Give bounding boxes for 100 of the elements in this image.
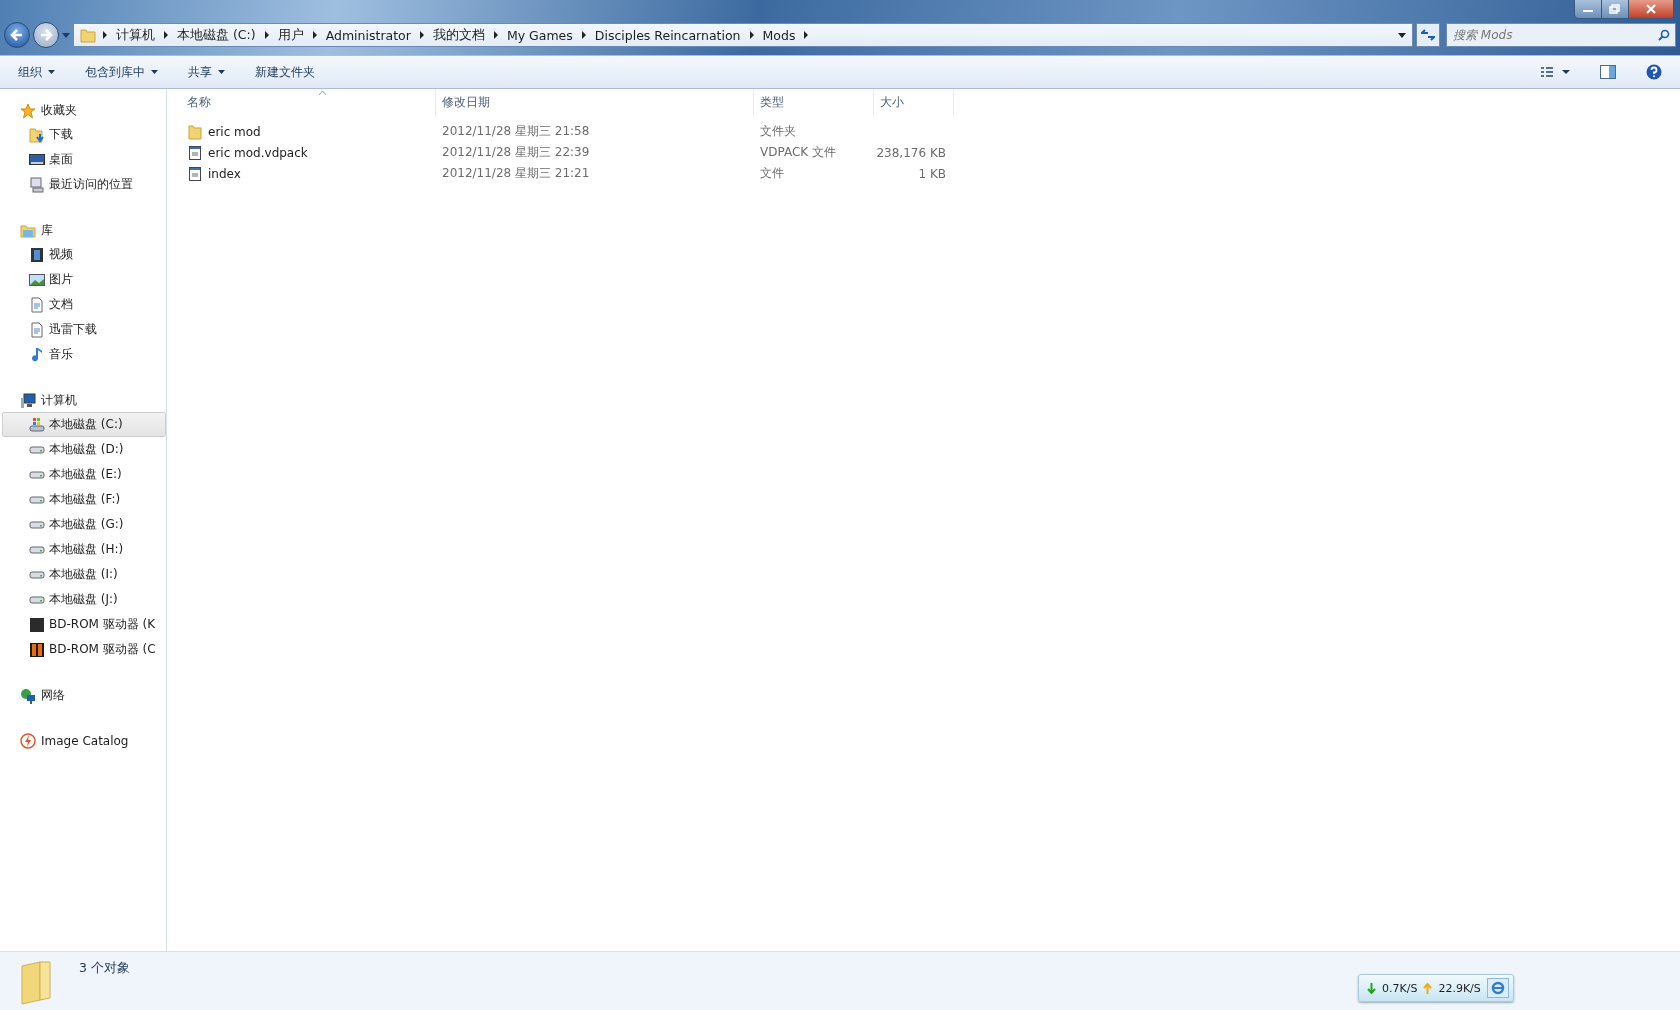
- hard-drive-icon: [29, 520, 45, 529]
- breadcrumb-item[interactable]: Disciples Reincarnation: [594, 27, 741, 43]
- address-bar[interactable]: 计算机 本地磁盘 (C:) 用户 Administrator 我的文档 My Games Disciples Reincarnation Mods: [73, 23, 1413, 47]
- preview-pane-icon: [1600, 65, 1616, 79]
- sidebar-item[interactable]: 最近访问的位置: [2, 172, 166, 197]
- chevron-icon[interactable]: [102, 31, 108, 39]
- sidebar-item[interactable]: BD-ROM 驱动器 (C: [2, 637, 166, 662]
- dropdown-caret-icon[interactable]: [1398, 32, 1406, 38]
- hard-drive-icon: [29, 595, 45, 604]
- computer-icon: [20, 392, 36, 409]
- breadcrumb-item[interactable]: Mods: [762, 27, 796, 43]
- file-icon: [187, 144, 203, 161]
- sidebar-item[interactable]: BD-ROM 驱动器 (K: [2, 612, 166, 637]
- sidebar-item[interactable]: 本地磁盘 (F:): [2, 487, 166, 512]
- refresh-button[interactable]: [1416, 23, 1440, 47]
- browser-button[interactable]: [1486, 978, 1509, 998]
- file-type: 文件: [760, 165, 784, 182]
- hard-drive-icon: [29, 570, 45, 579]
- library-folder-icon: [20, 222, 36, 239]
- file-size: 238,176 KB: [876, 145, 946, 160]
- sidebar-item[interactable]: 本地磁盘 (H:): [2, 537, 166, 562]
- chevron-icon[interactable]: [263, 31, 270, 39]
- breadcrumb-item[interactable]: My Games: [506, 27, 573, 43]
- sidebar-item[interactable]: 视频: [2, 242, 166, 267]
- toolbar-button[interactable]: 共享: [180, 59, 233, 85]
- back-arrow-icon: [10, 28, 24, 42]
- breadcrumb-item[interactable]: 我的文档: [432, 26, 485, 44]
- sidebar-item[interactable]: 迅雷下载: [2, 317, 166, 342]
- chevron-icon[interactable]: [492, 31, 499, 39]
- modified-date: 2012/11/28 星期三 21:58: [442, 123, 590, 140]
- column-header[interactable]: 名称: [181, 89, 436, 117]
- file-name[interactable]: eric mod: [208, 124, 261, 139]
- system-drive-icon: [29, 416, 45, 433]
- sidebar-item[interactable]: 本地磁盘 (C:): [2, 412, 166, 437]
- breadcrumb-item[interactable]: 本地磁盘 (C:): [177, 26, 256, 44]
- sidebar-item[interactable]: 桌面: [2, 147, 166, 172]
- back-button[interactable]: [4, 22, 30, 48]
- hard-drive-icon: [29, 470, 45, 479]
- sidebar-item[interactable]: 图片: [2, 267, 166, 292]
- column-header[interactable]: 修改日期: [436, 89, 754, 117]
- sidebar-header[interactable]: 收藏夹: [0, 99, 166, 122]
- upload-speed: 22.9K/S: [1438, 981, 1481, 995]
- picture-icon: [29, 271, 45, 288]
- lightning-icon: [20, 732, 36, 749]
- search-field[interactable]: 搜索 Mods: [1446, 23, 1676, 47]
- history-dropdown-icon[interactable]: [62, 32, 70, 38]
- document-icon: [29, 296, 45, 313]
- file-type: VDPACK 文件: [760, 144, 836, 161]
- hard-drive-icon: [29, 545, 45, 554]
- minimize-button[interactable]: [1575, 0, 1602, 18]
- chevron-icon[interactable]: [163, 31, 169, 39]
- sidebar-item[interactable]: 本地磁盘 (D:): [2, 437, 166, 462]
- breadcrumb-item[interactable]: 用户: [277, 26, 304, 44]
- file-size: 1 KB: [918, 166, 946, 181]
- chevron-icon[interactable]: [418, 31, 425, 39]
- sidebar-item[interactable]: 音乐: [2, 342, 166, 367]
- column-header[interactable]: 大小: [874, 89, 954, 117]
- chevron-icon[interactable]: [748, 31, 755, 39]
- sidebar-item[interactable]: 本地磁盘 (J:): [2, 587, 166, 612]
- recent-places-icon: [29, 176, 45, 193]
- upload-arrow-icon: [1423, 982, 1433, 994]
- help-icon: [1646, 64, 1662, 80]
- download-folder-icon: [29, 126, 45, 143]
- forward-button[interactable]: [33, 22, 59, 48]
- chevron-icon[interactable]: [580, 31, 587, 39]
- chevron-icon[interactable]: [311, 31, 318, 39]
- sidebar-header[interactable]: 网络: [0, 684, 166, 707]
- file-name[interactable]: index: [208, 166, 241, 181]
- sidebar-header[interactable]: 计算机: [0, 389, 166, 412]
- list-view-icon: [1540, 67, 1570, 77]
- file-name[interactable]: eric mod.vdpack: [208, 145, 308, 160]
- breadcrumb-item[interactable]: 计算机: [116, 26, 155, 44]
- desktop-icon: [29, 151, 45, 168]
- breadcrumb-item[interactable]: Administrator: [325, 27, 411, 43]
- toolbar-button[interactable]: 组织: [10, 59, 63, 85]
- sidebar-item[interactable]: 下载: [2, 122, 166, 147]
- close-icon: [1645, 4, 1657, 14]
- chevron-icon[interactable]: [803, 31, 810, 39]
- refresh-icon: [1421, 29, 1435, 41]
- sidebar-item[interactable]: 本地磁盘 (E:): [2, 462, 166, 487]
- modified-date: 2012/11/28 星期三 21:21: [442, 165, 590, 182]
- forward-arrow-icon: [39, 28, 53, 42]
- toolbar-button[interactable]: 新建文件夹: [247, 59, 323, 85]
- modified-date: 2012/11/28 星期三 22:39: [442, 144, 590, 161]
- column-header[interactable]: 类型: [754, 89, 874, 117]
- folder-icon: [187, 123, 203, 140]
- sidebar-item[interactable]: 本地磁盘 (G:): [2, 512, 166, 537]
- toolbar-button[interactable]: 包含到库中: [77, 59, 166, 85]
- sidebar-item[interactable]: 本地磁盘 (I:): [2, 562, 166, 587]
- close-button[interactable]: [1629, 0, 1674, 18]
- sidebar-header[interactable]: 库: [0, 219, 166, 242]
- hard-drive-icon: [29, 445, 45, 454]
- file-icon: [187, 165, 203, 182]
- music-note-icon: [29, 346, 45, 363]
- sidebar-item[interactable]: 文档: [2, 292, 166, 317]
- search-icon: [1658, 29, 1670, 41]
- film-icon: [29, 246, 45, 263]
- sidebar-header[interactable]: Image Catalog: [0, 729, 166, 752]
- item-count: 3 个对象: [79, 960, 130, 977]
- restore-button[interactable]: [1602, 0, 1629, 18]
